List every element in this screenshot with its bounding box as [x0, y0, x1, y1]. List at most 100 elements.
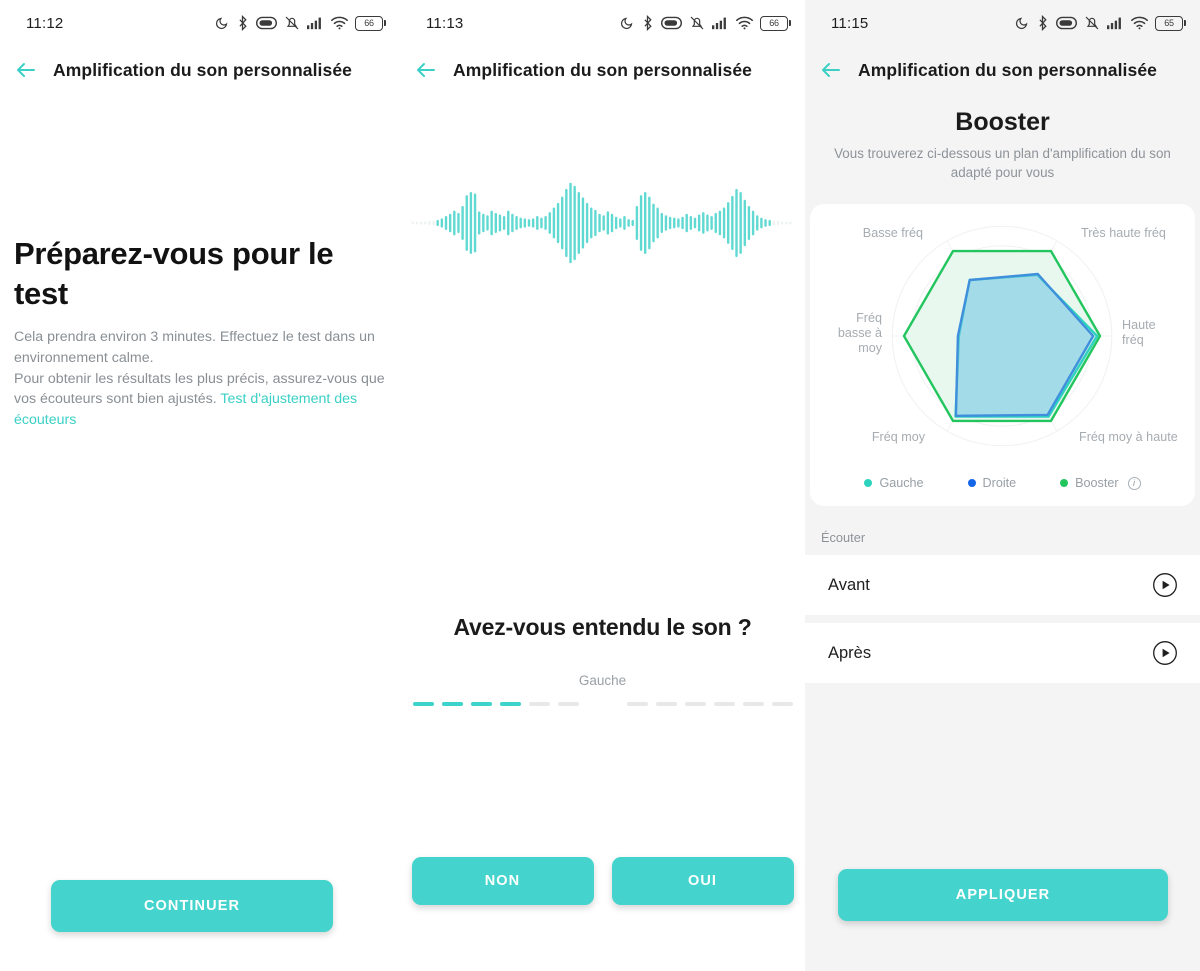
radar-chart-card: Très haute fréq Haute fréq Fréq moy à haute…: [810, 204, 1195, 506]
ear-side-label: Gauche: [578, 673, 627, 688]
listen-row-after[interactable]: Après: [805, 623, 1200, 683]
progress-dash: [412, 702, 434, 706]
radar-axis-label: Haute fréq: [1122, 318, 1156, 347]
progress-dash: [470, 702, 492, 706]
wifi-icon: [1131, 16, 1148, 30]
back-arrow-icon[interactable]: [819, 58, 843, 82]
do-not-disturb-moon-icon: [215, 17, 228, 29]
status-clock: 11:15: [831, 14, 869, 32]
do-not-disturb-moon-icon: [1015, 17, 1028, 29]
progress-left: [412, 702, 579, 706]
battery-level: 66: [769, 18, 779, 28]
play-circle-icon[interactable]: [1152, 572, 1178, 598]
battery-icon: 66: [760, 15, 791, 31]
battery-icon: 65: [1155, 15, 1186, 31]
battery-icon: 66: [355, 15, 386, 31]
apply-button[interactable]: APPLIQUER: [838, 869, 1168, 921]
legend-item-droite: Droite: [967, 476, 1017, 490]
progress-dash: [528, 702, 550, 706]
audio-waveform-icon: [411, 182, 792, 264]
battery-saver-icon: [661, 16, 682, 30]
mute-bell-icon: [285, 16, 299, 30]
play-circle-icon[interactable]: [1152, 640, 1178, 666]
status-bar: 11:15 65: [805, 0, 1200, 46]
progress-dash: [441, 702, 463, 706]
battery-level: 66: [364, 18, 374, 28]
chart-legend: Gauche Droite Booster i: [810, 476, 1195, 490]
bluetooth-icon: [1039, 15, 1047, 31]
listen-section-label: Écouter: [821, 530, 866, 545]
continue-button[interactable]: CONTINUER: [51, 880, 333, 932]
do-not-disturb-moon-icon: [620, 17, 633, 29]
prepare-heading: Préparez-vous pour le test: [14, 236, 334, 311]
status-icons: 66: [214, 15, 386, 31]
answer-no-button[interactable]: NON: [411, 857, 594, 905]
progress-dash: [771, 702, 793, 706]
legend-label: Booster: [1075, 476, 1119, 490]
status-clock: 11:13: [426, 14, 464, 32]
signal-bars-icon: [1107, 17, 1121, 30]
signal-bars-icon: [712, 17, 726, 30]
wifi-icon: [331, 16, 348, 30]
page-title: Amplification du son personnalisée: [858, 59, 1158, 80]
prepare-desc-line1: Cela prendra environ 3 minutes. Effectue…: [14, 329, 375, 366]
back-arrow-icon[interactable]: [414, 58, 438, 82]
status-bar: 11:12 66: [0, 0, 400, 46]
status-icons: 66: [619, 15, 791, 31]
radar-axis-label: Très haute fréq: [1081, 226, 1166, 240]
prepare-description: Cela prendra environ 3 minutes. Effectue…: [14, 327, 386, 430]
info-icon[interactable]: i: [1127, 476, 1141, 490]
legend-item-gauche: Gauche: [864, 476, 924, 490]
legend-dot-icon: [967, 479, 976, 487]
booster-subtitle: Vous trouverez ci-dessous un plan d'ampl…: [834, 146, 1171, 180]
legend-label: Droite: [982, 476, 1017, 490]
status-bar: 11:13 66: [400, 0, 805, 46]
progress-dash: [684, 702, 706, 706]
signal-bars-icon: [307, 17, 321, 30]
progress-dash: [499, 702, 521, 706]
radar-chart-svg: Très haute fréq Haute fréq Fréq moy à haute…: [838, 225, 1178, 447]
radar-series: [902, 249, 1102, 423]
page-title: Amplification du son personnalisée: [453, 59, 753, 80]
booster-title: Booster: [955, 108, 1050, 136]
battery-saver-icon: [1056, 16, 1077, 30]
bluetooth-icon: [239, 15, 247, 31]
battery-level: 65: [1164, 18, 1174, 28]
progress-dash: [655, 702, 677, 706]
status-clock: 11:12: [26, 14, 64, 32]
legend-dot-icon: [864, 479, 873, 487]
bluetooth-icon: [644, 15, 652, 31]
radar-axis-label: Fréq moy: [872, 430, 926, 444]
listen-row-after-label: Après: [828, 643, 872, 662]
radar-axis-label: Fréq basse à moy: [838, 311, 883, 355]
app-bar: Amplification du son personnalisée: [400, 46, 805, 82]
screen-booster-result: 11:15 65 Amplification du son personnali…: [805, 0, 1200, 971]
screen-hearing-test: 11:13 66 Amplification du son personnali…: [400, 0, 805, 971]
test-progress: [400, 702, 805, 706]
radar-axis-label: Basse fréq: [863, 226, 923, 240]
answer-yes-button[interactable]: OUI: [611, 857, 794, 905]
radar-axis-label: Fréq moy à haute: [1079, 430, 1178, 444]
legend-label: Gauche: [879, 476, 924, 490]
prepare-content: Préparez-vous pour le test Cela prendra …: [0, 234, 400, 430]
progress-right: [626, 702, 793, 706]
booster-header: Booster Vous trouverez ci-dessous un pla…: [805, 108, 1200, 182]
listen-row-before[interactable]: Avant: [805, 555, 1200, 615]
progress-dash: [626, 702, 648, 706]
page-title: Amplification du son personnalisée: [53, 59, 353, 80]
app-bar: Amplification du son personnalisée: [805, 46, 1200, 82]
battery-saver-icon: [256, 16, 277, 30]
hearing-question: Avez-vous entendu le son ?: [453, 614, 752, 640]
legend-dot-icon: [1060, 479, 1069, 487]
listen-row-before-label: Avant: [828, 575, 870, 594]
screen-prepare-test: 11:12 66 Amplification du son personnali…: [0, 0, 400, 971]
mute-bell-icon: [1085, 16, 1099, 30]
wifi-icon: [736, 16, 753, 30]
app-bar: Amplification du son personnalisée: [0, 46, 400, 82]
back-arrow-icon[interactable]: [14, 58, 38, 82]
progress-dash: [557, 702, 579, 706]
answer-buttons: NON OUI: [400, 857, 805, 905]
radar-chart: Très haute fréq Haute fréq Fréq moy à haute…: [810, 218, 1195, 468]
screenshot-root: 11:12 66 Amplification du son personnali…: [0, 0, 1200, 971]
progress-dash: [742, 702, 764, 706]
